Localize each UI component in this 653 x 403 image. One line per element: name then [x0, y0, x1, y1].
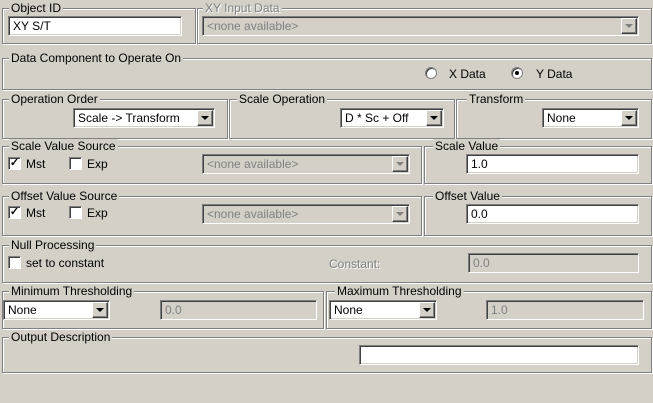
output-description-input[interactable]: [359, 345, 639, 365]
scale-mst-label: Mst: [26, 157, 46, 171]
scale-operation-select[interactable]: D * Sc + Off: [340, 108, 444, 128]
scale-source-select: <none available>: [202, 154, 410, 174]
xy-input-select: <none available>: [202, 16, 639, 36]
xy-input-dropdown-icon: [621, 18, 637, 34]
scale-value-source-label: Scale Value Source: [9, 139, 118, 153]
operation-order-dropdown-icon[interactable]: [197, 110, 213, 126]
scale-exp-label: Exp: [87, 157, 108, 171]
object-id-input[interactable]: XY S/T: [8, 16, 182, 36]
offset-mst-label: Mst: [26, 206, 46, 220]
scale-value-label: Scale Value: [433, 139, 501, 153]
x-data-radio[interactable]: [425, 67, 437, 79]
scale-operation-label: Scale Operation: [237, 92, 328, 106]
max-threshold-label: Maximum Thresholding: [335, 284, 464, 298]
max-threshold-select[interactable]: None: [329, 300, 437, 320]
scale-exp-checkbox[interactable]: [69, 157, 82, 170]
set-to-constant-label: set to constant: [26, 256, 105, 270]
constant-input: 0.0: [468, 253, 639, 273]
constant-label: Constant:: [329, 257, 381, 271]
transform-dropdown-icon[interactable]: [621, 110, 637, 126]
data-component-label: Data Component to Operate On: [9, 51, 184, 65]
min-threshold-input: 0.0: [160, 300, 317, 320]
transform-label: Transform: [467, 92, 526, 106]
x-data-label: X Data: [449, 67, 486, 81]
scale-source-value: <none available>: [202, 154, 410, 174]
object-id-label: Object ID: [9, 1, 64, 15]
min-threshold-label: Minimum Thresholding: [9, 284, 135, 298]
xy-input-label: XY Input Data: [203, 1, 282, 15]
max-threshold-input: 1.0: [486, 300, 644, 320]
offset-value-input[interactable]: 0.0: [466, 204, 639, 224]
output-description-label: Output Description: [9, 330, 113, 344]
xy-input-value: <none available>: [202, 16, 639, 36]
offset-source-dropdown-icon: [392, 206, 408, 222]
null-processing-label: Null Processing: [9, 238, 97, 252]
min-threshold-select[interactable]: None: [3, 300, 110, 320]
operation-order-value: Scale -> Transform: [73, 108, 215, 128]
y-data-radio[interactable]: [511, 67, 523, 79]
scale-mst-checkbox[interactable]: ✓: [8, 157, 21, 170]
offset-value-source-label: Offset Value Source: [9, 189, 120, 203]
offset-exp-label: Exp: [87, 206, 108, 220]
transform-select[interactable]: None: [542, 108, 639, 128]
operation-order-select[interactable]: Scale -> Transform: [73, 108, 215, 128]
scale-source-dropdown-icon: [392, 156, 408, 172]
y-data-label: Y Data: [536, 67, 573, 81]
set-to-constant-checkbox[interactable]: [8, 256, 21, 269]
scale-value-input[interactable]: 1.0: [466, 154, 639, 174]
offset-source-select: <none available>: [202, 204, 410, 224]
offset-value-label: Offset Value: [433, 189, 502, 203]
offset-mst-checkbox[interactable]: ✓: [8, 206, 21, 219]
offset-exp-checkbox[interactable]: [69, 206, 82, 219]
min-threshold-dropdown-icon[interactable]: [92, 302, 108, 318]
max-threshold-dropdown-icon[interactable]: [419, 302, 435, 318]
offset-source-value: <none available>: [202, 204, 410, 224]
operation-order-label: Operation Order: [9, 92, 100, 106]
scale-operation-dropdown-icon[interactable]: [426, 110, 442, 126]
